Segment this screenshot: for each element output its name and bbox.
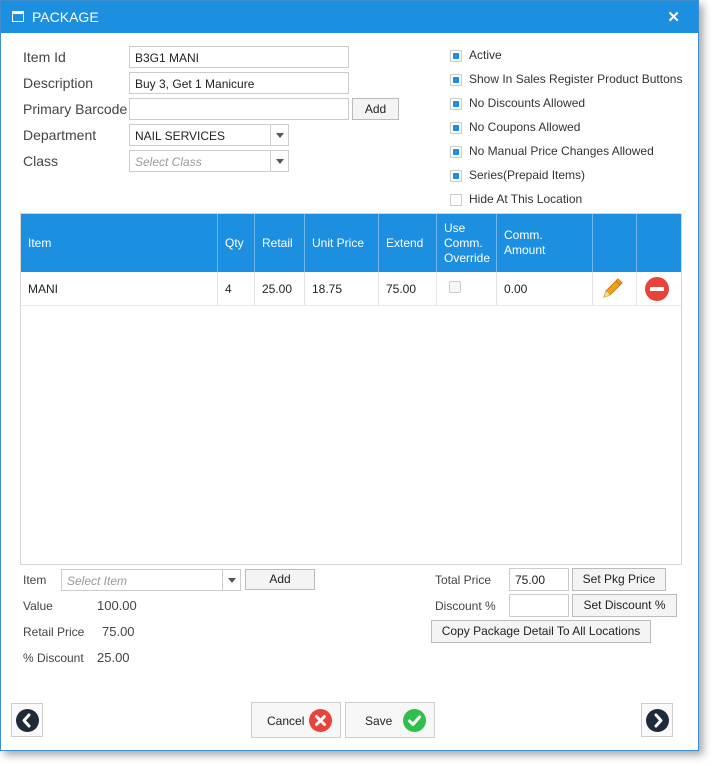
pct-discount-label: % Discount — [23, 651, 84, 665]
previous-button[interactable] — [11, 703, 43, 737]
window-icon — [12, 11, 24, 22]
chevron-down-icon — [270, 125, 288, 145]
add-item-select[interactable]: Select Item — [61, 569, 241, 591]
save-button[interactable]: Save — [345, 702, 435, 738]
checkbox-checked[interactable] — [450, 98, 462, 110]
cell-extend[interactable]: 75.00 — [379, 272, 437, 305]
checkbox-checked[interactable] — [450, 146, 462, 158]
package-dialog: PACKAGE ✕ Item Id B3G1 MANI Description … — [0, 0, 699, 751]
save-label: Save — [365, 714, 393, 728]
row-divider — [21, 305, 681, 306]
checkbox-checked[interactable] — [450, 122, 462, 134]
value-label: Value — [23, 599, 53, 613]
barcode-add-button[interactable]: Add — [352, 98, 399, 120]
department-label: Department — [23, 127, 97, 143]
item-id-input[interactable]: B3G1 MANI — [129, 46, 349, 68]
col-retail[interactable]: Retail — [255, 214, 305, 272]
copy-to-all-locations-button[interactable]: Copy Package Detail To All Locations — [431, 620, 651, 643]
class-placeholder: Select Class — [135, 155, 202, 169]
cell-comm-amount[interactable]: 0.00 — [497, 272, 593, 305]
add-item-placeholder: Select Item — [67, 574, 128, 588]
cell-remove — [637, 272, 681, 305]
col-use-comm-override[interactable]: Use Comm. Override — [437, 214, 497, 272]
description-label: Description — [23, 75, 94, 91]
chevron-down-icon — [222, 570, 240, 590]
cell-use-comm-override — [437, 272, 497, 305]
discount-pct-label: Discount % — [435, 599, 496, 613]
save-check-icon — [403, 709, 426, 732]
grid-header: Item Qty Retail Unit Price Extend Use Co… — [21, 214, 681, 272]
item-id-label: Item Id — [23, 49, 66, 65]
value-amount: 100.00 — [97, 598, 137, 613]
department-select[interactable]: NAIL SERVICES — [129, 124, 289, 146]
window-title: PACKAGE — [32, 9, 99, 25]
cancel-button[interactable]: Cancel — [251, 702, 341, 738]
cell-item[interactable]: MANI — [21, 272, 218, 305]
add-item-label: Item — [23, 573, 47, 587]
primary-barcode-label: Primary Barcode — [23, 101, 128, 117]
col-edit — [593, 214, 637, 272]
cell-qty[interactable]: 4 — [218, 272, 255, 305]
close-icon[interactable]: ✕ — [667, 8, 680, 26]
class-label: Class — [23, 153, 59, 169]
set-discount-button[interactable]: Set Discount % — [572, 594, 677, 617]
remove-icon[interactable] — [644, 276, 670, 302]
pct-discount-amount: 25.00 — [97, 650, 130, 665]
primary-barcode-input[interactable] — [129, 98, 349, 120]
arrow-right-icon — [646, 709, 669, 732]
package-items-grid: Item Qty Retail Unit Price Extend Use Co… — [20, 213, 682, 565]
retail-price-amount: 75.00 — [102, 624, 135, 639]
comm-override-checkbox[interactable] — [449, 281, 461, 293]
checkbox-unchecked[interactable] — [450, 194, 462, 206]
description-input[interactable]: Buy 3, Get 1 Manicure — [129, 72, 349, 94]
chevron-down-icon — [270, 151, 288, 171]
cancel-x-icon — [309, 709, 332, 732]
next-button[interactable] — [641, 703, 673, 737]
col-item[interactable]: Item — [21, 214, 218, 272]
title-bar: PACKAGE ✕ — [1, 1, 698, 33]
col-remove — [637, 214, 681, 272]
total-price-input[interactable]: 75.00 — [509, 568, 569, 591]
col-qty[interactable]: Qty — [218, 214, 255, 272]
cell-retail[interactable]: 25.00 — [255, 272, 305, 305]
col-unit-price[interactable]: Unit Price — [305, 214, 379, 272]
class-select[interactable]: Select Class — [129, 150, 289, 172]
retail-price-label: Retail Price — [23, 625, 85, 639]
discount-pct-input[interactable] — [509, 594, 569, 617]
cancel-label: Cancel — [267, 714, 305, 728]
checkbox-checked[interactable] — [450, 50, 462, 62]
pencil-icon[interactable] — [599, 276, 625, 302]
col-extend[interactable]: Extend — [379, 214, 437, 272]
checkbox-checked[interactable] — [450, 74, 462, 86]
cell-edit — [593, 272, 637, 305]
checkbox-checked[interactable] — [450, 170, 462, 182]
set-pkg-price-button[interactable]: Set Pkg Price — [572, 568, 666, 591]
arrow-left-icon — [16, 709, 39, 732]
col-comm-amount[interactable]: Comm. Amount — [497, 214, 593, 272]
add-item-button[interactable]: Add — [245, 569, 315, 590]
cell-unit-price[interactable]: 18.75 — [305, 272, 379, 305]
total-price-label: Total Price — [435, 573, 492, 587]
department-value: NAIL SERVICES — [135, 129, 226, 143]
